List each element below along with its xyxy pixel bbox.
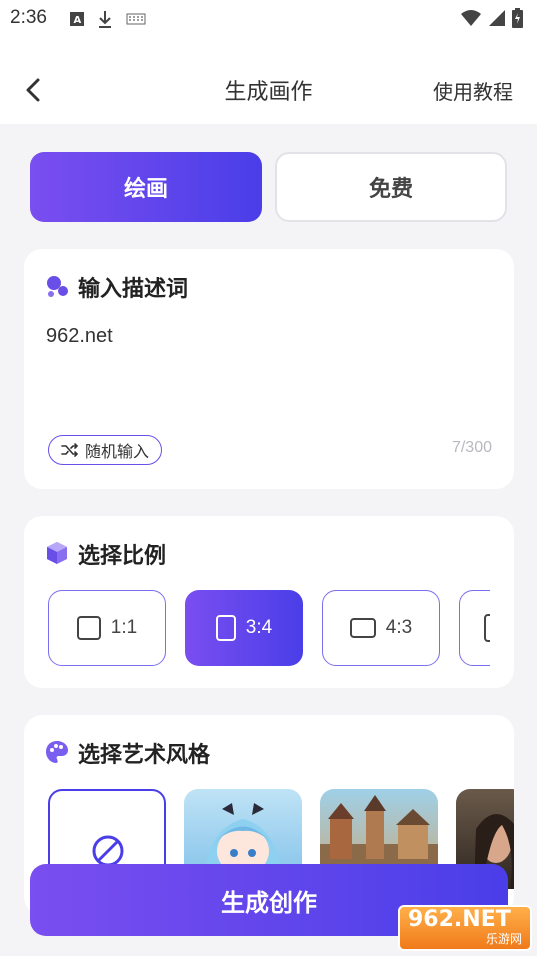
- bubbles-icon: [47, 276, 68, 297]
- status-left-icons: A: [70, 10, 146, 28]
- ratio-label: 1:1: [110, 617, 138, 638]
- palette-icon: [46, 741, 68, 763]
- square-ratio-icon: [76, 616, 101, 640]
- tab-free[interactable]: 免费: [275, 152, 507, 222]
- portrait-ratio-icon: [215, 615, 236, 641]
- tall-ratio-icon: [484, 614, 490, 642]
- ratio-option-1-1[interactable]: 1:1: [48, 590, 166, 666]
- download-icon: [99, 11, 111, 28]
- style-card-title: 选择艺术风格: [78, 742, 211, 767]
- prompt-card: 输入描述词 962.net 随机输入 7/300: [24, 249, 514, 489]
- watermark-main-text: 962.NET: [408, 907, 511, 932]
- ratio-label: 3:4: [245, 617, 273, 638]
- random-input-label: 随机输入: [85, 444, 150, 461]
- ratio-option-4-3[interactable]: 4:3: [322, 590, 440, 666]
- status-time: 2:36: [10, 7, 47, 28]
- prompt-card-title: 输入描述词: [78, 276, 189, 301]
- wifi-icon: [461, 10, 481, 26]
- ratio-card: 选择比例 1:1 3:4 4:3: [24, 516, 514, 688]
- svg-text:A: A: [74, 15, 82, 26]
- ratio-card-title: 选择比例: [78, 543, 167, 568]
- ratio-option-more[interactable]: [459, 590, 490, 666]
- ratio-option-3-4[interactable]: 3:4: [185, 590, 303, 666]
- status-right-icons: [460, 8, 523, 28]
- font-a-icon: A: [70, 12, 84, 26]
- ratio-label: 4:3: [385, 617, 413, 638]
- signal-icon: [489, 10, 505, 26]
- shuffle-icon: [61, 443, 79, 457]
- ratio-options: 1:1 3:4 4:3: [48, 590, 490, 668]
- cube-icon: [47, 542, 67, 564]
- random-input-button[interactable]: 随机输入: [48, 435, 163, 465]
- tutorial-link[interactable]: 使用教程: [433, 76, 513, 105]
- mode-tabs: 绘画 免费: [30, 152, 508, 222]
- landscape-ratio-icon: [349, 618, 376, 638]
- watermark-sub-text: 乐游网: [485, 932, 522, 946]
- keyboard-icon: [126, 13, 146, 25]
- battery-charging-icon: [512, 8, 523, 28]
- tab-painting[interactable]: 绘画: [30, 152, 262, 222]
- char-count: 7/300: [451, 439, 492, 456]
- prompt-input[interactable]: 962.net: [46, 325, 113, 348]
- watermark-logo: 962.NET 乐游网: [398, 905, 532, 951]
- top-bar: 生成画作 使用教程: [0, 36, 537, 124]
- status-bar: 2:36 A: [0, 0, 537, 36]
